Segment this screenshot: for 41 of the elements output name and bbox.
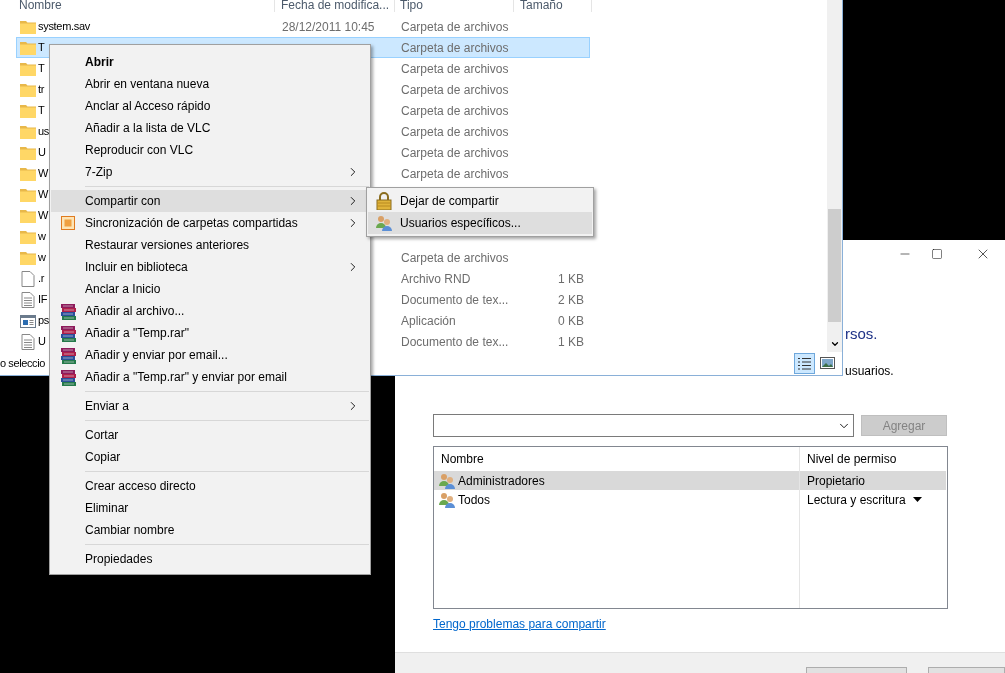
file-type: Documento de tex... (401, 292, 509, 307)
file-name: T (38, 103, 45, 119)
file-type: Carpeta de archivos (401, 61, 509, 76)
user-name: Todos (458, 491, 491, 509)
file-name: W (38, 166, 49, 182)
user-name: Administradores (458, 472, 545, 490)
file-name: ps (38, 313, 50, 329)
file-name: system.sav (38, 19, 90, 35)
file-name: T (38, 40, 45, 56)
file-size: 2 KB (558, 292, 584, 307)
file-size: 0 KB (558, 313, 584, 328)
file-type: Carpeta de archivos (401, 166, 509, 181)
file-type: Carpeta de archivos (401, 250, 509, 265)
file-name: T (38, 61, 45, 77)
file-name: tr (38, 82, 45, 98)
file-name: w (38, 229, 46, 245)
file-name: us (38, 124, 50, 140)
file-type: Carpeta de archivos (401, 145, 509, 160)
file-type: Documento de tex... (401, 334, 509, 349)
file-date: 28/12/2011 10:45 (282, 19, 375, 34)
dialog-heading: rsos. (845, 323, 878, 344)
file-type: Carpeta de archivos (401, 19, 509, 34)
permission-level: Lectura y escritura (807, 491, 906, 509)
file-type: Carpeta de archivos (401, 40, 509, 55)
file-type: Archivo RND (401, 271, 471, 286)
file-size: 1 KB (558, 334, 584, 349)
file-name: W (38, 208, 49, 224)
file-type: Carpeta de archivos (401, 82, 509, 97)
file-name: w (38, 250, 46, 266)
file-name: U (38, 145, 46, 161)
file-type: Carpeta de archivos (401, 124, 509, 139)
status-text: o seleccio (0, 355, 45, 371)
dialog-text: usuarios. (845, 362, 894, 380)
file-size: 1 KB (558, 271, 584, 286)
file-type: Aplicación (401, 313, 456, 328)
file-type: Carpeta de archivos (401, 103, 509, 118)
file-name: .r (38, 271, 45, 287)
file-name: W (38, 187, 49, 203)
file-name: IF (38, 292, 48, 308)
file-name: U (38, 334, 46, 350)
permission-level: Propietario (807, 472, 866, 490)
